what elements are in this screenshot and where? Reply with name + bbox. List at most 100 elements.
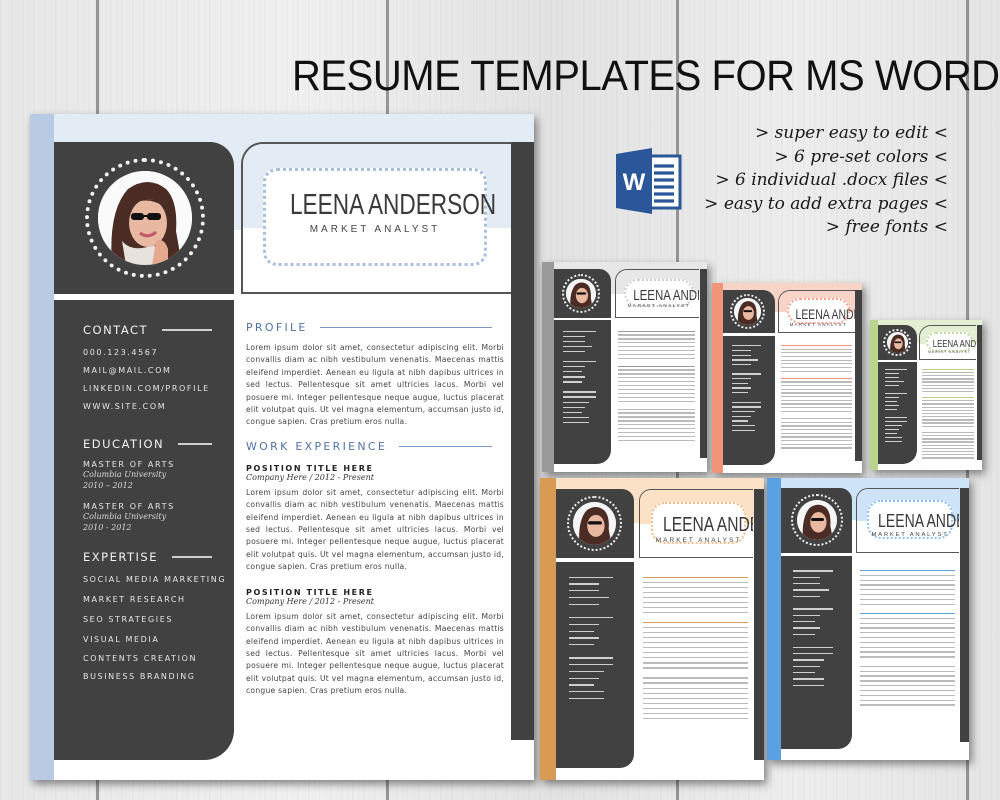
main-text-lines — [859, 570, 955, 709]
position-description: Lorem ipsum dolor sit amet, consectetur … — [246, 611, 504, 696]
headline: RESUME TEMPLATES FOR MS WORD — [292, 52, 1000, 100]
ms-word-icon: W — [616, 148, 682, 214]
education-degree: MASTER OF ARTS — [83, 502, 175, 511]
portrait-image — [98, 171, 192, 265]
resume-title: MARKET ANALYST — [309, 224, 441, 235]
resume-preview-main: LEENA ANDERSON MARKET ANALYST CONTACT 00… — [30, 114, 534, 780]
position-company: Company Here / 2012 - Present — [246, 596, 374, 606]
contact-phone: 000.123.4567 — [83, 348, 159, 357]
name-plate: LEENA ANDERSON MARKET ANALYST — [867, 500, 959, 540]
work-entry: POSITION TITLE HERE Company Here / 2012 … — [246, 588, 504, 698]
sidebar-text-lines — [563, 330, 599, 427]
heading-rule — [319, 326, 492, 328]
resume-title: MARKET ANALYST — [928, 350, 971, 355]
position-description: Lorem ipsum dolor sit amet, consectetur … — [246, 487, 504, 572]
accent-strip — [712, 283, 723, 473]
feature-item: > super easy to edit < — [754, 123, 948, 143]
heading-rule — [178, 443, 212, 445]
name-plate: LEENA ANDERSON MARKET ANALYST — [263, 168, 497, 266]
resume-variant-gray: LEENA ANDERSON MARKET ANALYST — [542, 262, 707, 472]
main-text-lines — [781, 345, 852, 451]
work-entry: POSITION TITLE HERE Company Here / 2012 … — [246, 464, 504, 574]
header-card: LEENA ANDERSON MARKET ANALYST — [919, 325, 977, 360]
heading-rule — [162, 329, 212, 331]
svg-text:W: W — [623, 169, 646, 196]
accent-strip — [767, 478, 782, 760]
sidebar-text-lines — [569, 576, 618, 705]
resume-title: MARKET ANALYST — [627, 304, 691, 310]
resume-title: MARKET ANALYST — [655, 536, 742, 544]
resume-name: LEENA ANDERSON — [633, 288, 699, 305]
main-text-lines — [921, 369, 975, 460]
education-years: 2010 - 2012 — [83, 523, 132, 532]
profile-text: Lorem ipsum dolor sit amet, consectetur … — [246, 343, 504, 427]
header-card: LEENA ANDERSON MARKET ANALYST — [778, 289, 855, 334]
expertise-item: BUSINESS BRANDING — [83, 672, 196, 681]
expertise-heading: EXPERTISE — [83, 549, 234, 565]
right-dark-bar — [959, 487, 969, 742]
name-plate: LEENA ANDERSON MARKET ANALYST — [650, 501, 753, 544]
contact-heading: CONTACT — [83, 322, 234, 338]
main-text-lines — [617, 330, 696, 444]
right-dark-bar — [855, 289, 862, 461]
sidebar-text-lines — [731, 345, 765, 434]
header-card: LEENA ANDERSON MARKET ANALYST — [241, 142, 511, 294]
education-school: Columbia University — [83, 470, 167, 479]
right-dark-bar — [976, 325, 982, 461]
position-title: POSITION TITLE HERE — [246, 587, 374, 597]
main-content: PROFILE Lorem ipsum dolor sit amet, cons… — [246, 320, 504, 698]
feature-item: > 6 pre-set colors < — [774, 146, 948, 167]
resume-variant-orange: LEENA ANDERSON MARKET ANALYST — [540, 478, 764, 780]
expertise-item: MARKET RESEARCH — [83, 595, 186, 604]
education-years: 2010 – 2012 — [83, 481, 133, 490]
profile-photo — [797, 500, 838, 541]
expertise-item: VISUAL MEDIA — [83, 635, 160, 644]
resume-title: MARKET ANALYST — [871, 532, 949, 539]
resume-variant-blue: LEENA ANDERSON MARKET ANALYST — [767, 478, 969, 760]
sidebar-text-lines — [793, 570, 837, 691]
feature-item: > free fonts < — [825, 217, 948, 237]
name-plate: LEENA ANDERSON MARKET ANALYST — [623, 278, 699, 310]
education-entry: MASTER OF ARTS Columbia University 2010 … — [83, 460, 234, 491]
accent-strip — [870, 320, 878, 470]
name-plate: LEENA ANDERSON MARKET ANALYST — [925, 332, 977, 355]
profile-photo — [886, 331, 908, 354]
profile-heading: PROFILE — [246, 320, 504, 334]
header-card: LEENA ANDERSON MARKET ANALYST — [614, 269, 699, 318]
education-school: Columbia University — [83, 512, 167, 521]
feature-item: > 6 individual .docx files < — [715, 170, 948, 190]
position-title: POSITION TITLE HERE — [246, 463, 374, 473]
accent-strip — [542, 262, 554, 472]
sidebar-text-lines — [884, 369, 910, 445]
name-plate: LEENA ANDERSON MARKET ANALYST — [786, 298, 855, 327]
contact-linkedin: LINKEDIN.COM/PROFILE — [83, 384, 210, 393]
resume-name: LEENA ANDERSON — [795, 306, 855, 322]
contact-email: MAIL@MAIL.COM — [83, 366, 172, 375]
right-dark-bar — [753, 488, 764, 761]
work-experience-heading: WORK EXPERIENCE — [246, 440, 504, 454]
heading-rule — [399, 446, 492, 448]
expertise-item: SEO STRATEGIES — [83, 615, 174, 624]
sidebar-content: CONTACT 000.123.4567 MAIL@MAIL.COM LINKE… — [54, 300, 234, 690]
header-card: LEENA ANDERSON MARKET ANALYST — [855, 487, 960, 553]
contact-website: WWW.SITE.COM — [83, 402, 167, 411]
resume-variant-salmon: LEENA ANDERSON MARKET ANALYST — [712, 283, 862, 473]
profile-photo — [733, 297, 762, 326]
right-dark-bar — [511, 142, 534, 740]
accent-strip — [540, 478, 556, 780]
header-card: LEENA ANDERSON MARKET ANALYST — [638, 488, 753, 559]
resume-name: LEENA ANDERSON — [662, 513, 753, 536]
education-degree: MASTER OF ARTS — [83, 460, 175, 469]
resume-title: MARKET ANALYST — [789, 321, 847, 327]
profile-photo — [566, 278, 597, 309]
position-company: Company Here / 2012 - Present — [246, 472, 374, 482]
right-dark-bar — [699, 269, 707, 459]
main-text-lines — [643, 576, 749, 723]
heading-rule — [171, 556, 212, 558]
education-heading: EDUCATION — [83, 436, 234, 452]
feature-item: > easy to add extra pages < — [704, 193, 948, 214]
expertise-item: SOCIAL MEDIA MARKETING — [83, 575, 227, 584]
accent-strip — [30, 114, 54, 780]
resume-name: LEENA ANDERSON — [289, 189, 497, 221]
resume-name: LEENA ANDERSON — [932, 339, 977, 351]
